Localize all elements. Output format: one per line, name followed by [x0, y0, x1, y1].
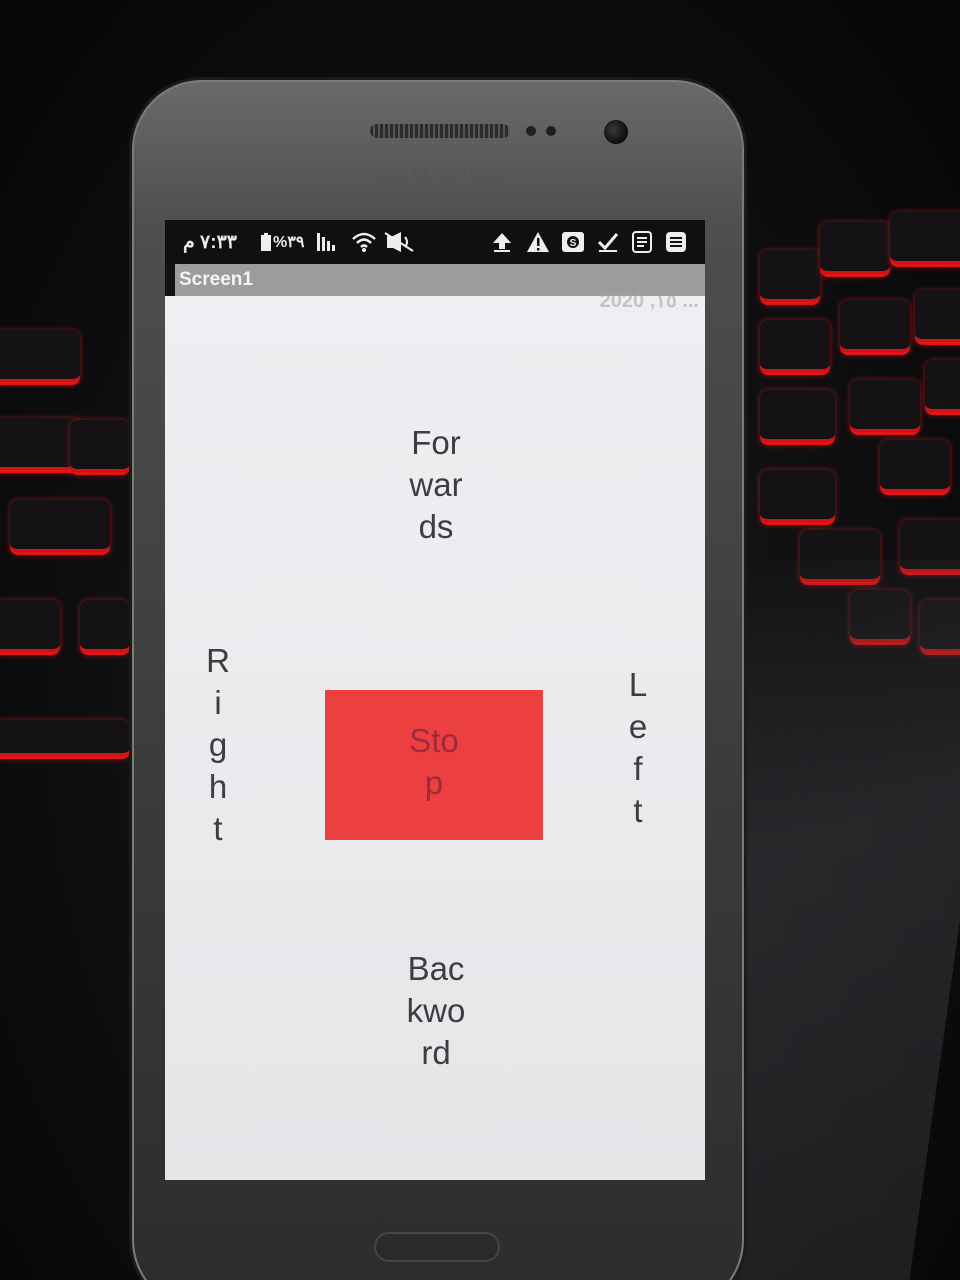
phone-screen: ٧:٣٣ م %٣٩ S Screen1 2020 ,١٥ ... For wa… — [165, 220, 705, 1180]
status-time: ٧:٣٣ م — [183, 231, 237, 253]
stop-label-line: Sto — [409, 722, 459, 759]
status-battery: %٣٩ — [259, 230, 304, 254]
right-label-line: g — [208, 726, 228, 763]
check-icon — [597, 230, 619, 254]
keyboard-key — [80, 600, 130, 655]
battery-icon — [261, 233, 271, 251]
app-icon: S — [561, 230, 585, 254]
right-label-line: R — [206, 642, 230, 679]
keyboard-key — [10, 500, 110, 555]
backword-button[interactable]: Bac kwo rd — [383, 948, 489, 1074]
keyboard-key — [760, 390, 835, 445]
right-label-line: t — [213, 810, 223, 847]
backword-label-line: kwo — [406, 992, 466, 1029]
forwards-label-line: For — [411, 424, 461, 461]
speaker-grille — [370, 124, 510, 138]
proximity-sensor — [526, 126, 536, 136]
backword-label-line: rd — [421, 1034, 451, 1071]
keyboard-key — [915, 290, 960, 345]
list-icon — [665, 230, 687, 254]
right-button[interactable]: R i g h t — [193, 640, 243, 850]
keyboard-key — [850, 380, 920, 435]
left-button[interactable]: L e f t — [613, 664, 663, 832]
forwards-label-line: war — [409, 466, 463, 503]
keyboard-key — [0, 330, 80, 385]
left-label-line: f — [633, 750, 643, 787]
keyboard-key — [925, 360, 960, 415]
notes-icon — [631, 230, 653, 254]
forwards-button[interactable]: For war ds — [383, 422, 489, 548]
forwards-label-line: ds — [418, 508, 454, 545]
signal-icon — [315, 230, 341, 254]
upload-icon — [491, 230, 513, 254]
app-content: 2020 ,١٥ ... For war ds R i g h t Sto p — [165, 290, 705, 1180]
keyboard-key — [840, 300, 910, 355]
light-sensor — [546, 126, 556, 136]
keyboard-key — [0, 720, 130, 759]
screen-title: Screen1 — [179, 269, 253, 290]
keyboard-key — [760, 470, 835, 525]
stop-label-line: p — [424, 764, 444, 801]
phone-body: SAMSUNG ٧:٣٣ م %٣٩ S Screen1 2020 ,١٥ ..… — [132, 80, 744, 1280]
front-camera — [604, 120, 628, 144]
clipped-notification-text: 2020 ,١٥ ... — [599, 290, 699, 312]
left-label-line: L — [628, 666, 648, 703]
left-label-line: t — [633, 792, 643, 829]
left-label-line: e — [628, 708, 648, 745]
battery-percent: %٣٩ — [273, 234, 305, 251]
mute-icon — [383, 230, 417, 254]
keyboard-key — [760, 250, 820, 305]
svg-text:S: S — [570, 238, 577, 249]
right-label-line: h — [208, 768, 228, 805]
warning-icon — [526, 230, 550, 254]
home-button[interactable] — [374, 1232, 500, 1262]
photo-scene: SAMSUNG ٧:٣٣ م %٣٩ S Screen1 2020 ,١٥ ..… — [0, 0, 960, 1280]
keyboard-key — [890, 212, 960, 267]
wifi-icon — [351, 230, 377, 254]
keyboard-key — [760, 320, 830, 375]
keyboard-key — [0, 600, 60, 655]
keyboard-key — [880, 440, 950, 495]
brand-logo: SAMSUNG — [375, 164, 509, 189]
keyboard-key — [0, 418, 80, 473]
right-label-line: i — [214, 684, 222, 721]
keyboard-key — [820, 222, 890, 277]
keyboard-key — [70, 420, 130, 475]
backword-label-line: Bac — [407, 950, 465, 987]
status-bar: ٧:٣٣ م %٣٩ S — [165, 220, 705, 264]
stop-button[interactable]: Sto p — [325, 690, 543, 840]
